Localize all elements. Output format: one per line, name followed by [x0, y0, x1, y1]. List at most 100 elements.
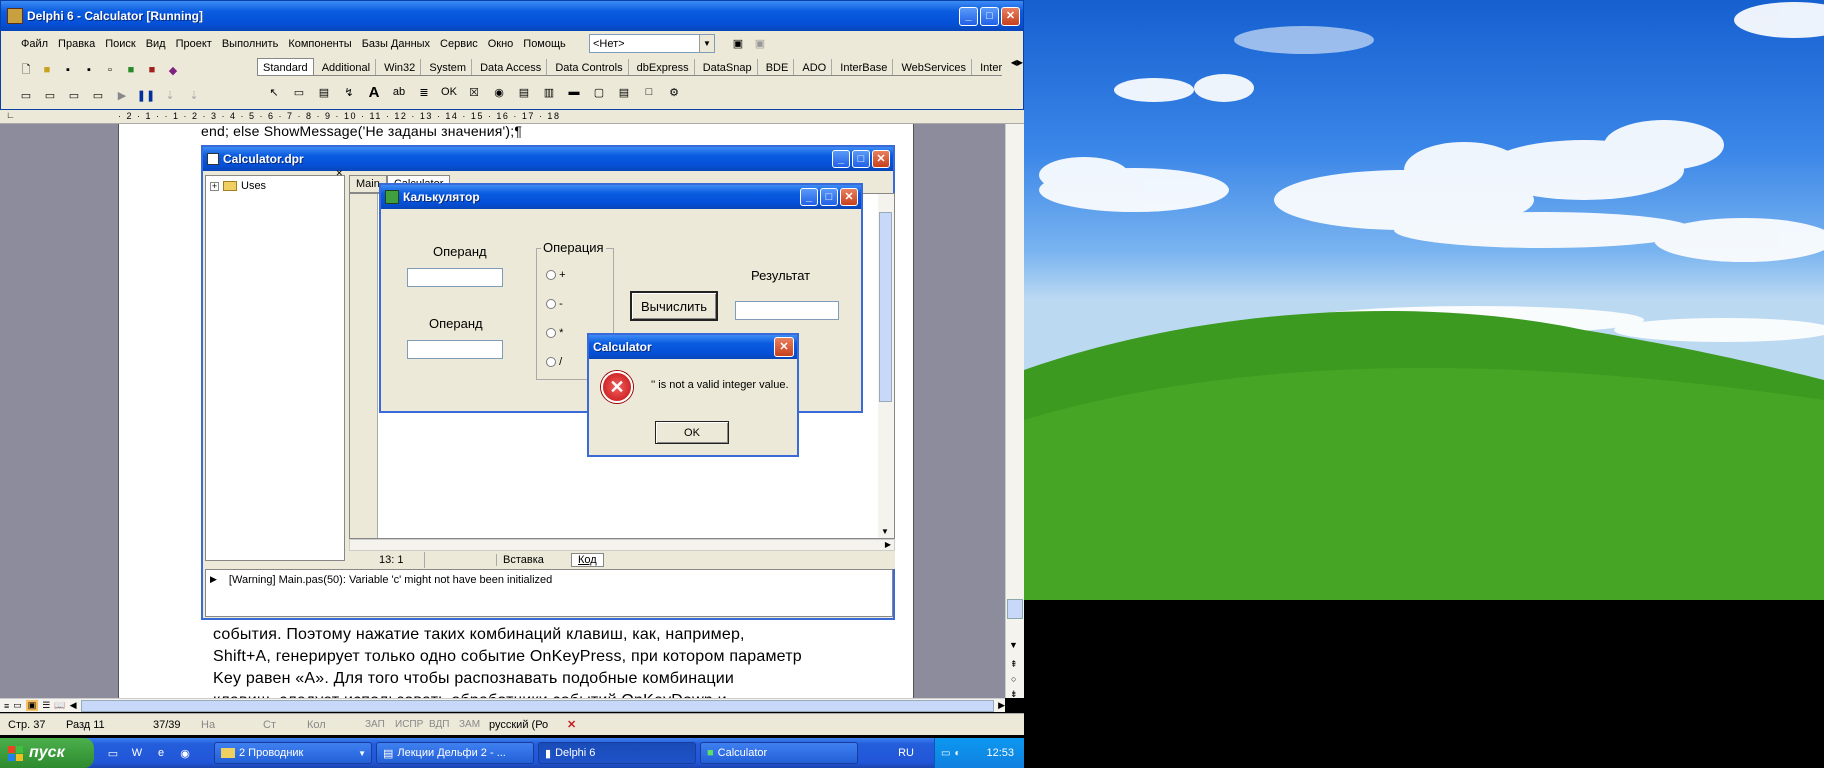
popupmenu-icon[interactable]: ↯ — [340, 83, 358, 101]
open-project-icon[interactable]: ▫ — [101, 61, 119, 79]
step-icon[interactable]: ⇣ — [185, 86, 203, 104]
view-form-icon[interactable]: ▭ — [41, 86, 59, 104]
tab-win32[interactable]: Win32 — [379, 59, 422, 75]
language-indicator[interactable]: RU — [898, 747, 914, 759]
scroll-down-icon[interactable]: ▼ — [1009, 640, 1018, 650]
pause-icon[interactable]: ❚❚ — [137, 86, 155, 104]
radio-divide[interactable]: / — [546, 356, 562, 368]
tab-dbexpress[interactable]: dbExpress — [632, 59, 695, 75]
operand1-input[interactable] — [407, 268, 503, 287]
calculator-titlebar[interactable]: Калькулятор _ □ ✕ — [381, 185, 861, 209]
desktop-icon[interactable]: ▭ — [104, 744, 122, 762]
tab-webservices[interactable]: WebServices — [896, 59, 973, 75]
palette-scroll-right-icon[interactable]: ▶ — [1017, 58, 1023, 67]
print-layout-icon[interactable]: ▣ — [25, 700, 39, 711]
new-icon[interactable]: 🗋 — [17, 61, 35, 79]
maximize-icon[interactable]: □ — [820, 188, 838, 206]
panel-icon[interactable]: □ — [640, 83, 658, 101]
maximize-icon[interactable]: □ — [852, 150, 870, 168]
radio-circle[interactable] — [546, 357, 556, 368]
menu-item-components[interactable]: Компоненты — [288, 38, 351, 56]
edit-icon[interactable]: ab — [390, 83, 408, 101]
toggle-icon[interactable]: ▭ — [65, 86, 83, 104]
pointer-icon[interactable]: ↖ — [265, 83, 283, 101]
tab-system[interactable]: System — [424, 59, 473, 75]
radiobutton-icon[interactable]: ◉ — [490, 83, 508, 101]
menu-item-tools[interactable]: Сервис — [440, 38, 478, 56]
scroll-right-icon[interactable]: ▶ — [885, 540, 891, 549]
menu-item-file[interactable]: Файл — [21, 38, 48, 56]
spelling-icon[interactable]: ✕ — [567, 718, 576, 731]
menu-item-view[interactable]: Вид — [146, 38, 166, 56]
tab-additional[interactable]: Additional — [317, 59, 377, 75]
normal-view-icon[interactable]: ≡ — [4, 701, 9, 711]
radio-circle[interactable] — [546, 299, 556, 310]
network-icon[interactable]: ▭ — [941, 748, 950, 759]
browse-object-icon[interactable]: ○ — [1011, 674, 1016, 684]
desktop-combo[interactable]: <Нет> ▼ — [589, 34, 715, 53]
tab-ado[interactable]: ADO — [797, 59, 833, 75]
tab-datasnap[interactable]: DataSnap — [698, 59, 758, 75]
menu-item-search[interactable]: Поиск — [105, 38, 135, 56]
listbox-icon[interactable]: ▤ — [515, 83, 533, 101]
taskbar-item-explorer[interactable]: 2 Проводник ▼ — [214, 742, 372, 764]
warning-message[interactable]: [Warning] Main.pas(50): Variable 'c' mig… — [229, 574, 552, 586]
word-vscrollbar[interactable]: ▼ ⇞ ○ ⇟ — [1005, 124, 1024, 700]
menu-item-project[interactable]: Проект — [176, 38, 212, 56]
radio-circle[interactable] — [546, 328, 556, 339]
scroll-down-icon[interactable]: ▼ — [881, 527, 889, 536]
radio-plus[interactable]: + — [546, 269, 566, 281]
desktop-save-icon[interactable]: ▣ — [729, 34, 747, 52]
explorer-close-icon[interactable]: ✕ — [335, 168, 343, 179]
ie-icon[interactable]: e — [152, 744, 170, 762]
result-output[interactable] — [735, 301, 839, 320]
clock[interactable]: 12:53 — [986, 747, 1014, 759]
minimize-icon[interactable]: _ — [800, 188, 818, 206]
checkbox-icon[interactable]: ☒ — [465, 83, 483, 101]
minimize-icon[interactable]: _ — [959, 6, 978, 26]
actionlist-icon[interactable]: ⚙ — [665, 83, 683, 101]
dialog-titlebar[interactable]: Calculator ✕ — [589, 335, 797, 359]
maximize-icon[interactable]: □ — [980, 6, 999, 26]
editor-hscroll[interactable]: ▶ — [349, 539, 895, 551]
status-ovr[interactable]: ЗАМ — [459, 719, 489, 730]
scroll-left-icon[interactable]: ◀ — [70, 700, 77, 711]
next-page-icon[interactable]: ⇟ — [1010, 689, 1018, 700]
operand2-input[interactable] — [407, 340, 503, 359]
tab-internet[interactable]: Internet — [975, 59, 1002, 75]
tab-bde[interactable]: BDE — [761, 59, 795, 75]
view-unit-icon[interactable]: ▭ — [17, 86, 35, 104]
menu-item-window[interactable]: Окно — [488, 38, 514, 56]
reading-view-icon[interactable]: 📖 — [54, 700, 65, 711]
editor-vscroll[interactable]: ▼ — [878, 194, 894, 538]
outline-view-icon[interactable]: ☰ — [42, 700, 50, 711]
taskbar-item-calculator[interactable]: ■ Calculator — [700, 742, 858, 764]
menu-item-edit[interactable]: Правка — [58, 38, 95, 56]
open-icon[interactable]: ■ — [38, 61, 56, 79]
compute-button[interactable]: Вычислить — [630, 291, 718, 321]
delphi-titlebar[interactable]: Delphi 6 - Calculator [Running] _ □ ✕ — [1, 1, 1023, 31]
close-icon[interactable]: ✕ — [1001, 6, 1020, 26]
tab-code[interactable]: Код — [571, 553, 604, 567]
hscroll-track[interactable] — [80, 699, 995, 712]
status-rec[interactable]: ЗАП — [365, 719, 395, 730]
scrollbar-icon[interactable]: ▬ — [565, 83, 583, 101]
tab-standard[interactable]: Standard — [257, 58, 314, 75]
prev-page-icon[interactable]: ⇞ — [1010, 659, 1018, 670]
menu-item-help[interactable]: Помощь — [523, 38, 566, 56]
radiogroup-icon[interactable]: ▤ — [615, 83, 633, 101]
save-all-icon[interactable]: ▪ — [80, 61, 98, 79]
word-icon[interactable]: W — [128, 744, 146, 762]
trace-icon[interactable]: ⇣ — [161, 86, 179, 104]
button-icon[interactable]: OK — [440, 83, 458, 101]
new-form-icon[interactable]: ▭ — [89, 86, 107, 104]
word-hscroll[interactable]: ≡ ▭ ▣ ☰ 📖 ◀ ▶ — [0, 698, 1005, 712]
status-ext[interactable]: ВДП — [429, 719, 459, 730]
scroll-thumb[interactable] — [1007, 599, 1023, 619]
mainmenu-icon[interactable]: ▤ — [315, 83, 333, 101]
scroll-right-icon[interactable]: ▶ — [998, 700, 1005, 711]
radio-multiply[interactable]: * — [546, 327, 563, 339]
close-icon[interactable]: ✕ — [840, 188, 858, 206]
close-icon[interactable]: ✕ — [774, 337, 794, 357]
tree-item-uses[interactable]: Uses — [241, 180, 266, 192]
